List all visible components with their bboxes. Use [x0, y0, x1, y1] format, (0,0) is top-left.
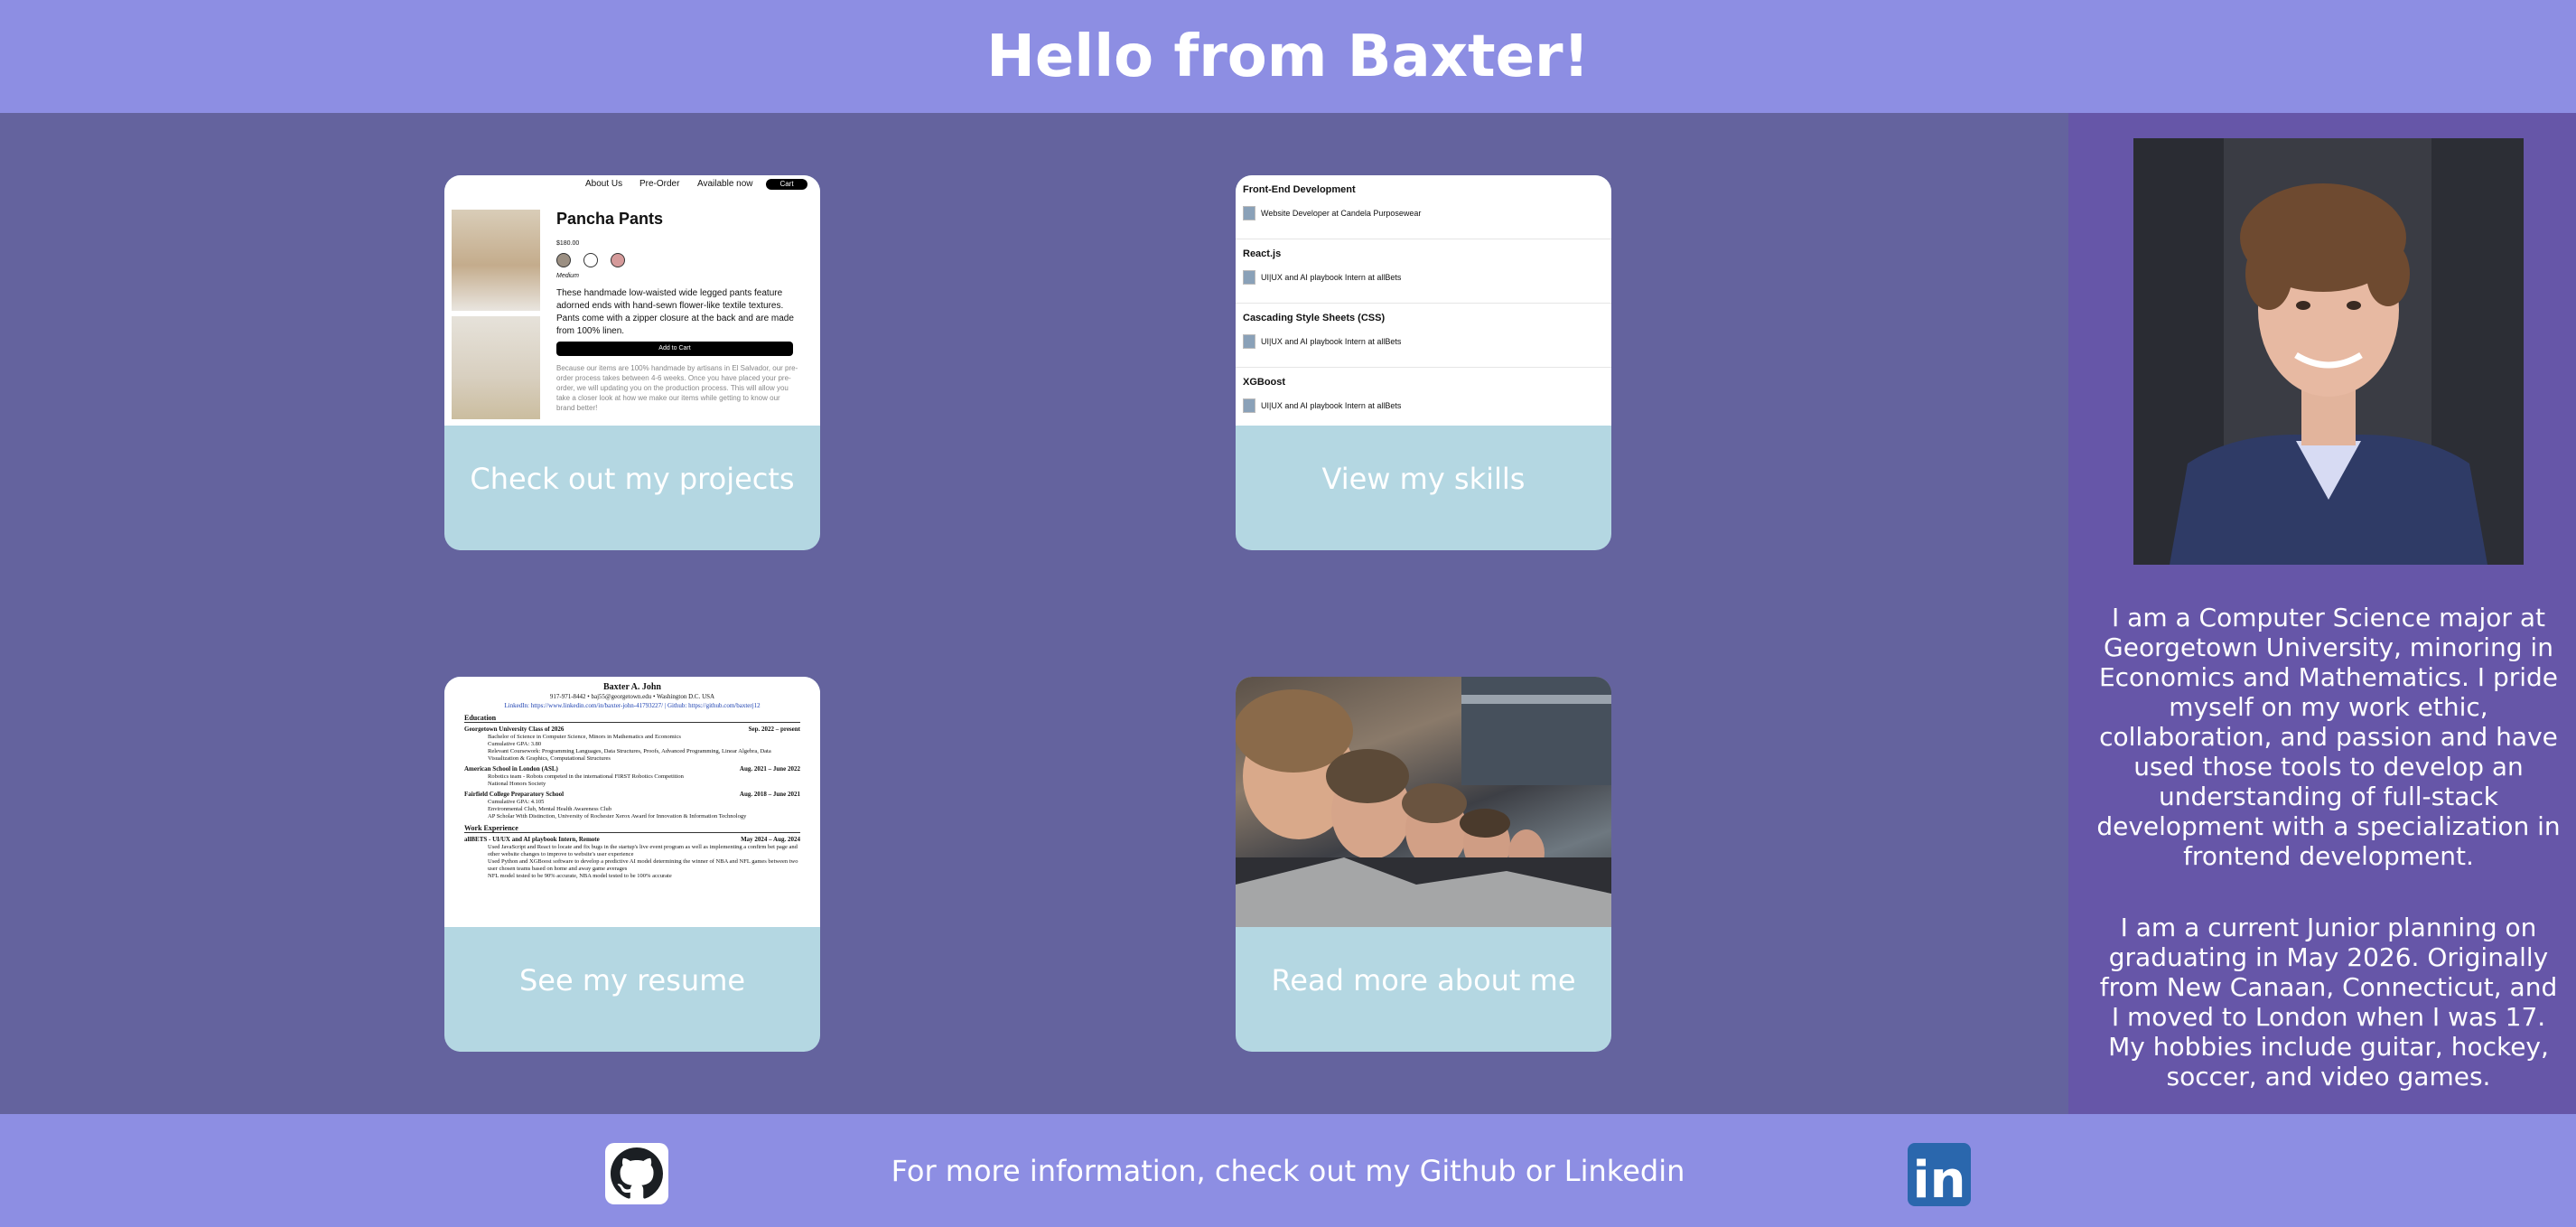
projects-preview-image: About Us Pre-Order Available now Cart Pa…	[444, 175, 820, 426]
github-icon	[611, 1147, 663, 1199]
skill-entry: Cascading Style Sheets (CSS) UI|UX and A…	[1236, 304, 1611, 368]
product-price: $180.00	[556, 240, 580, 247]
resume-bullet: Cumulative GPA: 3.80	[488, 741, 542, 747]
company-logo-icon	[1243, 206, 1255, 220]
resume-card-label: See my resume	[518, 963, 746, 998]
color-swatch	[583, 253, 598, 267]
skill-entry: Front-End Development Website Developer …	[1236, 175, 1611, 239]
product-photo	[452, 210, 540, 311]
preview-cart-button: Cart	[766, 179, 807, 190]
company-logo-icon	[1243, 270, 1255, 285]
preview-nav-about: About Us	[585, 179, 623, 189]
preview-nav-available: Available now	[697, 179, 753, 189]
skill-item-text: UI|UX and AI playbook Intern at allBets	[1261, 401, 1402, 410]
github-link[interactable]	[605, 1143, 668, 1204]
resume-preview-image: Baxter A. John 917-971-8442 • baj55@geor…	[444, 677, 820, 927]
resume-bullet: Cumulative GPA: 4.105	[488, 799, 545, 805]
projects-card[interactable]: About Us Pre-Order Available now Cart Pa…	[444, 175, 820, 550]
skill-item: Website Developer at Candela Purposewear	[1243, 206, 1421, 220]
skill-entry: XGBoost UI|UX and AI playbook Intern at …	[1236, 368, 1611, 426]
friends-photo-art	[1236, 677, 1611, 927]
resume-contact: 917-971-8442 • baj55@georgetown.edu • Wa…	[549, 693, 715, 700]
skills-card[interactable]: Front-End Development Website Developer …	[1236, 175, 1611, 550]
skill-name: Front-End Development	[1243, 184, 1356, 195]
about-sidebar: I am a Computer Science major at Georget…	[2068, 113, 2576, 1114]
resume-section-heading: Education	[464, 714, 800, 723]
skills-card-label: View my skills	[1321, 462, 1526, 496]
product-footnote: Because our items are 100% handmade by a…	[556, 364, 798, 412]
resume-bullet: Robotics team - Robots competed in the i…	[488, 773, 684, 780]
resume-name: Baxter A. John	[603, 682, 661, 692]
product-size: Medium	[556, 273, 579, 279]
company-logo-icon	[1243, 334, 1255, 349]
resume-bullet: Relevant Coursework: Programming Languag…	[488, 748, 771, 762]
page-title: Hello from Baxter!	[986, 23, 1590, 90]
skill-item: UI|UX and AI playbook Intern at allBets	[1243, 270, 1401, 285]
resume-bullet: National Honors Society	[488, 781, 546, 787]
product-photo	[452, 316, 540, 419]
skill-item: UI|UX and AI playbook Intern at allBets	[1243, 398, 1401, 413]
product-title: Pancha Pants	[556, 210, 664, 228]
resume-bullet: Used Python and XGBoost software to deve…	[488, 858, 798, 872]
resume-bullet: Used JavaScript and React to locate and …	[488, 844, 798, 857]
resume-links: LinkedIn: https://www.linkedin.com/in/ba…	[504, 702, 761, 709]
color-swatch	[611, 253, 625, 267]
resume-dates: Sep. 2022 – present	[748, 726, 800, 733]
product-description: These handmade low-waisted wide legged p…	[556, 288, 794, 336]
resume-school: Fairfield College Preparatory School	[464, 791, 565, 798]
resume-bullet: AP Scholar With Distinction, University …	[488, 813, 747, 820]
resume-entry: Georgetown University Class of 2026 Sep. …	[464, 726, 800, 734]
resume-bullet: Environmental Club, Mental Health Awaren…	[488, 806, 611, 812]
skill-item-text: Website Developer at Candela Purposewear	[1261, 209, 1422, 218]
resume-section-heading: Work Experience	[464, 824, 800, 833]
profile-photo-art	[2133, 138, 2524, 565]
page-footer: For more information, check out my Githu…	[0, 1114, 2576, 1227]
about-card[interactable]: Read more about me	[1236, 677, 1611, 1052]
skill-entry: React.js UI|UX and AI playbook Intern at…	[1236, 239, 1611, 304]
projects-card-label: Check out my projects	[470, 462, 795, 496]
profile-photo	[2133, 138, 2524, 565]
resume-entry: Fairfield College Preparatory School Aug.…	[464, 791, 800, 799]
skill-name: XGBoost	[1243, 377, 1286, 388]
resume-school: Georgetown University Class of 2026	[464, 726, 565, 733]
footer-text: For more information, check out my Githu…	[891, 1153, 1685, 1188]
skill-item-text: UI|UX and AI playbook Intern at allBets	[1261, 337, 1402, 346]
skills-preview-image: Front-End Development Website Developer …	[1236, 175, 1611, 426]
preview-add-to-cart: Add to Cart	[556, 342, 793, 356]
resume-entry: allBETS - UI/UX and AI playbook Intern, …	[464, 836, 800, 844]
page-header: Hello from Baxter!	[0, 0, 2576, 113]
bio-paragraph: I am a Computer Science major at Georget…	[2096, 603, 2561, 871]
main-content: About Us Pre-Order Available now Cart Pa…	[0, 113, 2068, 1114]
skill-name: Cascading Style Sheets (CSS)	[1243, 313, 1386, 323]
resume-job-title: allBETS - UI/UX and AI playbook Intern, …	[464, 836, 600, 843]
resume-bullet: Bachelor of Science in Computer Science,…	[488, 734, 681, 740]
linkedin-link[interactable]: in	[1908, 1143, 1971, 1206]
color-swatch	[556, 253, 571, 267]
preview-nav-preorder: Pre-Order	[639, 179, 680, 189]
skill-item: UI|UX and AI playbook Intern at allBets	[1243, 334, 1401, 349]
about-card-label: Read more about me	[1271, 963, 1576, 998]
skill-name: React.js	[1243, 248, 1282, 259]
resume-dates: Aug. 2021 – June 2022	[739, 765, 800, 773]
resume-bullet: NFL model tested to be 90% accurate, NBA…	[488, 873, 672, 879]
friends-photo	[1236, 677, 1611, 927]
resume-dates: May 2024 – Aug. 2024	[741, 836, 800, 843]
resume-dates: Aug. 2018 – June 2021	[739, 791, 800, 798]
resume-school: American School in London (ASL)	[464, 765, 558, 773]
resume-card[interactable]: Baxter A. John 917-971-8442 • baj55@geor…	[444, 677, 820, 1052]
linkedin-icon: in	[1912, 1151, 1966, 1206]
bio-paragraph: I am a current Junior planning on gradua…	[2099, 913, 2558, 1091]
skill-item-text: UI|UX and AI playbook Intern at allBets	[1261, 273, 1402, 282]
company-logo-icon	[1243, 398, 1255, 413]
resume-entry: American School in London (ASL) Aug. 2021…	[464, 765, 800, 773]
